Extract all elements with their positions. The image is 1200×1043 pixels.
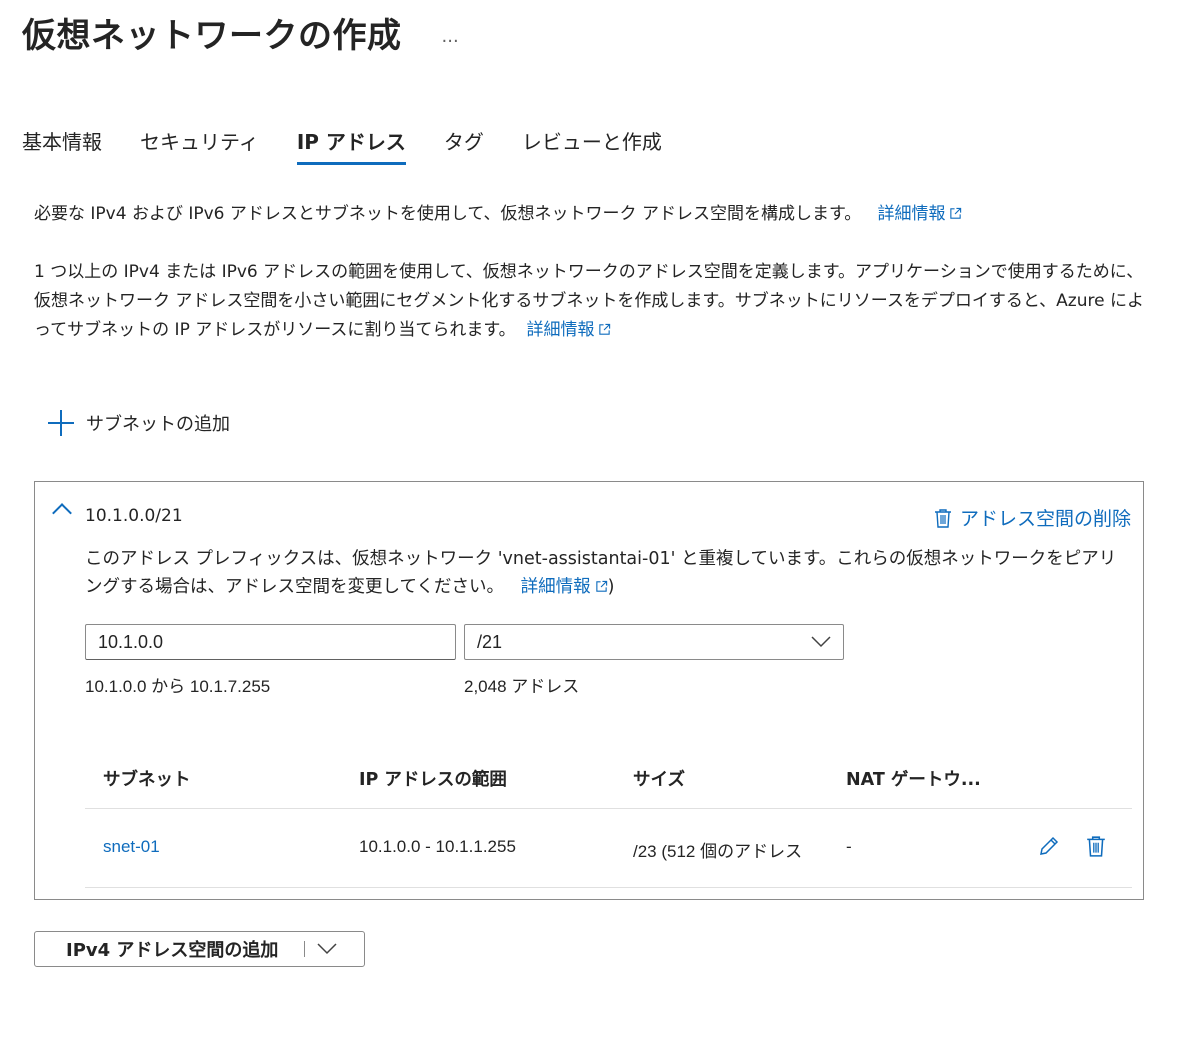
split-divider xyxy=(304,941,306,957)
address-range-text: 10.1.0.0 から 10.1.7.255 xyxy=(85,677,271,696)
starting-address-input[interactable] xyxy=(85,624,456,660)
add-ipv4-space-button[interactable]: IPv4 アドレス空間の追加 xyxy=(34,931,365,967)
add-subnet-label: サブネットの追加 xyxy=(86,414,230,435)
add-subnet-button[interactable]: サブネットの追加 xyxy=(48,410,230,436)
page-title: 仮想ネットワークの作成 xyxy=(22,16,402,56)
learn-more-link-3[interactable]: 詳細情報 xyxy=(521,577,608,597)
chevron-down-icon[interactable] xyxy=(317,943,337,955)
trash-icon[interactable] xyxy=(1085,835,1107,857)
description-line1-text: 必要な IPv4 および IPv6 アドレスとサブネットを使用して、仮想ネットワ… xyxy=(34,204,862,224)
add-ipv4-label: IPv4 アドレス空間の追加 xyxy=(66,940,279,961)
tab-basics[interactable]: 基本情報 xyxy=(22,126,102,165)
learn-more-link-2-text: 詳細情報 xyxy=(526,320,595,340)
tab-tags[interactable]: タグ xyxy=(444,126,484,165)
header-ip-range: IP アドレスの範囲 xyxy=(359,770,507,790)
tab-security[interactable]: セキュリティ xyxy=(140,126,259,165)
more-options-icon[interactable]: ··· xyxy=(442,31,459,52)
warning-close-paren: ) xyxy=(607,577,615,597)
tab-ip-addresses[interactable]: IP アドレス xyxy=(296,126,406,165)
tab-review-create[interactable]: レビューと作成 xyxy=(522,126,662,165)
address-space-card: 10.1.0.0/21 アドレス空間の削除 このアドレス プレフィックスは、仮想… xyxy=(34,481,1144,900)
subnet-range: 10.1.0.0 - 10.1.1.255 xyxy=(359,837,516,856)
description-line1: 必要な IPv4 および IPv6 アドレスとサブネットを使用して、仮想ネットワ… xyxy=(34,200,1149,229)
subnet-nat: - xyxy=(846,837,852,856)
header-nat-gateway: NAT ゲートウ... xyxy=(846,770,981,790)
address-space-title: 10.1.0.0/21 xyxy=(85,506,183,526)
delete-address-space-button[interactable]: アドレス空間の削除 xyxy=(934,504,1131,531)
address-count-text: 2,048 アドレス xyxy=(464,677,580,696)
header-size: サイズ xyxy=(633,770,685,790)
subnet-size: /23 (512 個のアドレス xyxy=(633,842,803,861)
overlap-warning: このアドレス プレフィックスは、仮想ネットワーク 'vnet-assistant… xyxy=(85,545,1125,601)
learn-more-link-3-text: 詳細情報 xyxy=(520,577,591,597)
learn-more-link-2[interactable]: 詳細情報 xyxy=(526,320,611,340)
subnet-table: サブネット IP アドレスの範囲 サイズ NAT ゲートウ... snet-01… xyxy=(85,752,1132,888)
trash-icon xyxy=(934,508,951,528)
prefix-value: /21 xyxy=(477,631,503,652)
delete-address-space-label: アドレス空間の削除 xyxy=(959,508,1131,530)
plus-icon xyxy=(48,410,74,436)
external-link-icon xyxy=(950,207,962,219)
learn-more-link-1-text: 詳細情報 xyxy=(877,204,946,224)
external-link-icon xyxy=(595,580,607,592)
subnet-table-header: サブネット IP アドレスの範囲 サイズ NAT ゲートウ... xyxy=(85,752,1132,809)
edit-pencil-icon[interactable] xyxy=(1038,835,1060,857)
tab-bar: 基本情報 セキュリティ IP アドレス タグ レビューと作成 xyxy=(22,126,700,165)
table-row: snet-01 10.1.0.0 - 10.1.1.255 /23 (512 個… xyxy=(85,809,1132,888)
header-subnet: サブネット xyxy=(103,770,191,790)
learn-more-link-1[interactable]: 詳細情報 xyxy=(877,204,962,224)
chevron-up-icon[interactable] xyxy=(52,503,72,523)
external-link-icon xyxy=(599,323,611,335)
description-para2: 1 つ以上の IPv4 または IPv6 アドレスの範囲を使用して、仮想ネットワ… xyxy=(34,258,1149,345)
chevron-down-icon xyxy=(811,636,831,648)
prefix-dropdown[interactable]: /21 xyxy=(464,624,844,660)
title-row: 仮想ネットワークの作成 ··· xyxy=(22,8,459,57)
subnet-name-link[interactable]: snet-01 xyxy=(103,837,160,857)
